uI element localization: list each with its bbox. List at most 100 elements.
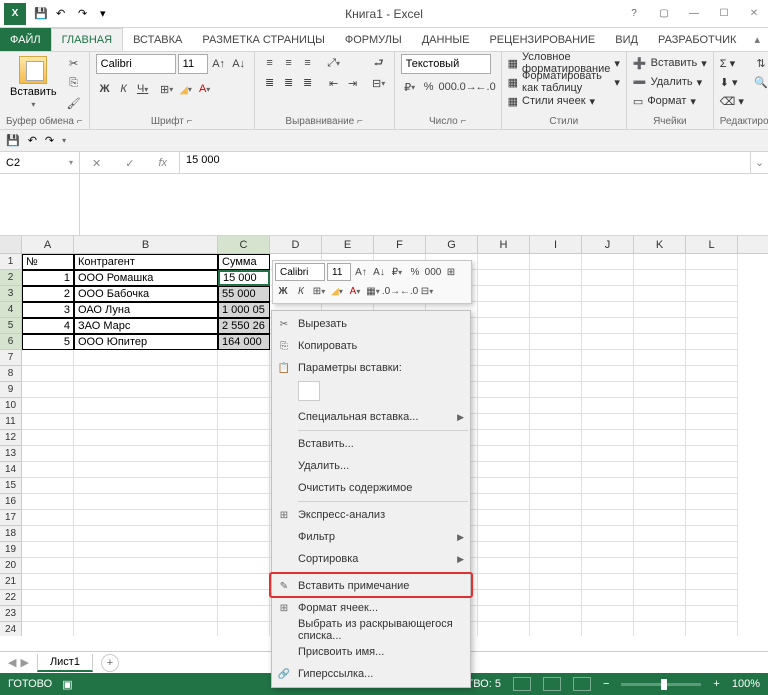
font-color-button[interactable]: A (196, 80, 214, 98)
mini-italic-button[interactable]: К (293, 283, 309, 299)
cell[interactable] (218, 414, 270, 430)
cell[interactable] (582, 542, 634, 558)
cell[interactable] (478, 302, 530, 318)
cell[interactable] (478, 254, 530, 270)
align-left-icon[interactable]: ≣ (261, 73, 279, 91)
cell[interactable] (74, 622, 218, 636)
merge-button[interactable]: ⊟ (370, 74, 388, 92)
cell[interactable] (686, 574, 738, 590)
cell[interactable] (218, 382, 270, 398)
cell[interactable] (478, 382, 530, 398)
cell[interactable] (634, 542, 686, 558)
maximize-button[interactable]: ☐ (710, 4, 738, 24)
cell[interactable] (634, 574, 686, 590)
cell[interactable]: 5 (22, 334, 74, 350)
qat-redo2-icon[interactable]: ↷ (45, 134, 54, 147)
cell[interactable] (478, 430, 530, 446)
cell[interactable] (582, 462, 634, 478)
number-format-select[interactable] (401, 54, 491, 74)
row-header[interactable]: 9 (0, 382, 22, 398)
cell[interactable] (634, 366, 686, 382)
zoom-slider[interactable] (621, 683, 701, 686)
accounting-format-icon[interactable]: ₽ (401, 78, 419, 96)
menu-insert-comment[interactable]: ✎Вставить примечание (272, 575, 470, 597)
cell[interactable] (582, 590, 634, 606)
cell[interactable] (478, 478, 530, 494)
cell[interactable] (74, 590, 218, 606)
cell[interactable]: ООО Бабочка (74, 286, 218, 302)
cell[interactable] (74, 366, 218, 382)
row-header[interactable]: 22 (0, 590, 22, 606)
format-as-table-button[interactable]: ▦Форматировать как таблицу ▾ (508, 73, 620, 91)
mini-merge-icon[interactable]: ⊟ (419, 283, 435, 299)
row-header[interactable]: 21 (0, 574, 22, 590)
menu-pick-from-list[interactable]: Выбрать из раскрывающегося списка... (272, 619, 470, 641)
cell[interactable] (530, 430, 582, 446)
cell[interactable] (478, 526, 530, 542)
undo-icon[interactable]: ↶ (56, 7, 70, 21)
mini-fill-icon[interactable]: ◢ (329, 283, 345, 299)
increase-decimal-icon[interactable]: .0→ (458, 78, 476, 96)
col-header-A[interactable]: A (22, 236, 74, 253)
col-header-C[interactable]: C (218, 236, 270, 253)
copy-icon[interactable]: ⎘ (65, 74, 83, 92)
outdent-icon[interactable]: ⇤ (325, 74, 343, 92)
cells-insert-button[interactable]: ➕Вставить ▾ (633, 54, 707, 72)
cell[interactable] (686, 334, 738, 350)
cell[interactable] (530, 446, 582, 462)
mini-accounting-icon[interactable]: ₽ (389, 264, 405, 280)
col-header-H[interactable]: H (478, 236, 530, 253)
find-icon[interactable]: 🔍 (752, 73, 768, 91)
mini-grow-font-icon[interactable]: A↑ (353, 264, 369, 280)
cell[interactable] (686, 286, 738, 302)
cell[interactable] (634, 286, 686, 302)
cell[interactable] (686, 414, 738, 430)
wrap-text-button[interactable]: ⮐ (370, 54, 388, 72)
cell[interactable] (686, 542, 738, 558)
decrease-decimal-icon[interactable]: ←.0 (477, 78, 495, 96)
shrink-font-icon[interactable]: A↓ (230, 55, 248, 73)
cell[interactable]: Сумма (218, 254, 270, 270)
row-header[interactable]: 5 (0, 318, 22, 334)
cell[interactable] (478, 494, 530, 510)
cell[interactable] (478, 558, 530, 574)
mini-percent-icon[interactable]: % (407, 264, 423, 280)
cell[interactable] (686, 478, 738, 494)
cell[interactable] (634, 462, 686, 478)
cell[interactable]: 2 (22, 286, 74, 302)
redo-icon[interactable]: ↷ (78, 7, 92, 21)
save-icon[interactable]: 💾 (34, 7, 48, 21)
align-middle-icon[interactable]: ≡ (280, 54, 298, 72)
cell[interactable] (686, 590, 738, 606)
row-header[interactable]: 15 (0, 478, 22, 494)
sheet-next-icon[interactable]: ▶ (20, 656, 28, 669)
menu-cut[interactable]: ✂Вырезать (272, 313, 470, 335)
cell[interactable] (530, 622, 582, 636)
add-sheet-button[interactable]: + (101, 654, 119, 672)
col-header-K[interactable]: K (634, 236, 686, 253)
cell[interactable] (686, 270, 738, 286)
underline-button[interactable]: Ч (134, 80, 152, 98)
view-normal-icon[interactable] (513, 677, 531, 691)
cell[interactable]: 2 550 26 (218, 318, 270, 334)
cell[interactable] (22, 574, 74, 590)
cell[interactable] (218, 350, 270, 366)
cell[interactable] (478, 606, 530, 622)
cell[interactable] (582, 430, 634, 446)
cell[interactable] (74, 478, 218, 494)
cell[interactable] (686, 350, 738, 366)
cell[interactable] (582, 446, 634, 462)
row-header[interactable]: 3 (0, 286, 22, 302)
border-button[interactable]: ⊞ (158, 80, 176, 98)
minimize-button[interactable]: — (680, 4, 708, 24)
cell[interactable] (530, 334, 582, 350)
cell[interactable] (22, 478, 74, 494)
cell[interactable] (530, 286, 582, 302)
cell[interactable] (478, 590, 530, 606)
tab-review[interactable]: РЕЦЕНЗИРОВАНИЕ (479, 28, 605, 51)
cell[interactable] (218, 510, 270, 526)
menu-define-name[interactable]: Присвоить имя... (272, 641, 470, 663)
cell[interactable] (530, 494, 582, 510)
cell[interactable] (582, 286, 634, 302)
ribbon-collapse[interactable]: ▴ (754, 28, 768, 51)
